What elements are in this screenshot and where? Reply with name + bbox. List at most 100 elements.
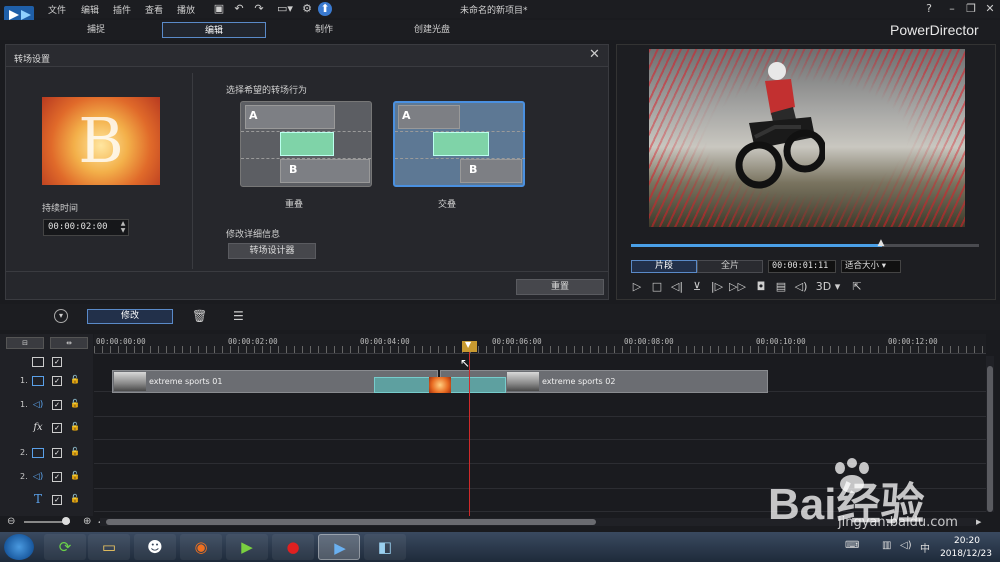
volume-tray-icon[interactable]: ◁) [900, 540, 912, 551]
network-tray-icon[interactable]: ▥ [882, 540, 891, 551]
modify-button[interactable]: 修改 [87, 309, 173, 324]
lock-icon[interactable]: 🔓 [70, 399, 80, 408]
track-manager-icon[interactable]: ⊟ [6, 337, 44, 349]
preview-progress-bar[interactable] [631, 244, 979, 247]
taskbar-app-powerdirector[interactable]: ▶ [318, 534, 360, 560]
audio-track-icon: ◁) [32, 472, 44, 482]
record-icon: ● [286, 538, 300, 556]
fit-timeline-icon[interactable]: ⇹ [50, 337, 88, 349]
video-track-icon [32, 376, 44, 386]
duration-spinner-icon[interactable]: ▲ ▼ [118, 220, 128, 235]
track-enable-checkbox[interactable]: ✓ [52, 423, 62, 433]
taskbar-app-notes[interactable]: ◧ [364, 534, 406, 560]
transition-designer-button[interactable]: 转场设计器 [228, 243, 316, 259]
aspect-ratio-icon[interactable]: ▭▾ [274, 2, 296, 16]
details-label: 修改详细信息 [226, 230, 281, 240]
option-overlap[interactable]: A B [240, 101, 372, 187]
tab-movie-preview[interactable]: 全片 [697, 260, 763, 273]
snapshot-icon[interactable]: ◘ [753, 279, 769, 295]
transition-thumbnail-icon[interactable] [429, 377, 451, 393]
stop-icon[interactable]: □ [649, 279, 665, 295]
chevron-down-icon[interactable]: ▾ [54, 309, 68, 323]
scroll-right-icon[interactable]: ▶ [976, 518, 981, 526]
header-check-all[interactable]: ✓ [52, 357, 62, 367]
zoom-fit-label: 适合大小 [845, 261, 880, 271]
zoom-slider-handle[interactable] [62, 517, 70, 525]
vertical-scroll-thumb[interactable] [987, 366, 993, 512]
tab-clip-preview[interactable]: 片段 [631, 260, 697, 273]
taskbar-app-qq[interactable]: ☻ [134, 534, 176, 560]
motocross-rider-image [735, 62, 825, 189]
lock-icon[interactable]: 🔓 [70, 494, 80, 503]
lock-icon[interactable]: 🔓 [70, 471, 80, 480]
ruler-label: 00:00:10:00 [756, 337, 806, 346]
lock-icon[interactable]: 🔓 [70, 447, 80, 456]
taskbar-clock-time[interactable]: 20:20 [942, 536, 992, 546]
taskbar-app-360[interactable]: ⟳ [44, 534, 86, 560]
zoom-fit-select[interactable]: 适合大小 ▾ [841, 260, 901, 273]
menu-playback[interactable]: 播放 [177, 3, 195, 16]
menu-plugins[interactable]: 插件 [113, 3, 131, 16]
media-player-icon: ▶ [241, 538, 253, 556]
track-row-fx[interactable] [94, 417, 986, 440]
transition-block [433, 132, 489, 156]
mode-3d-label: 3D [815, 280, 832, 293]
taskbar-app-explorer[interactable]: ▭ [88, 534, 130, 560]
volume-icon[interactable]: ◁) [793, 279, 809, 295]
minimize-icon[interactable]: – [945, 2, 959, 16]
menu-edit[interactable]: 编辑 [81, 3, 99, 16]
track-enable-checkbox[interactable]: ✓ [52, 448, 62, 458]
taskbar-app-recorder[interactable]: ● [272, 534, 314, 560]
play-icon[interactable]: ▷ [629, 279, 645, 295]
lock-icon[interactable]: 🔓 [70, 422, 80, 431]
tab-produce[interactable]: 制作 [272, 22, 376, 38]
subtitle-icon[interactable]: ▤ [773, 279, 789, 295]
zoom-out-icon[interactable]: ⊖ [7, 516, 15, 527]
track-enable-checkbox[interactable]: ✓ [52, 472, 62, 482]
track-enable-checkbox[interactable]: ✓ [52, 400, 62, 410]
redo-icon[interactable]: ↷ [252, 2, 266, 16]
ruler-label: 00:00:06:00 [492, 337, 542, 346]
track-enable-checkbox[interactable]: ✓ [52, 376, 62, 386]
track-row-audio-1[interactable] [94, 394, 986, 417]
duration-input[interactable]: 00:00:02:00 [43, 219, 129, 236]
language-tray-icon[interactable]: 中 [920, 540, 930, 555]
taskbar-clock-date[interactable]: 2018/12/23 [936, 549, 996, 559]
undock-icon[interactable]: ⇱ [849, 279, 865, 295]
close-icon[interactable]: ✕ [589, 47, 600, 62]
playhead-arrow-icon[interactable]: ▼ [465, 340, 471, 349]
marker-icon[interactable]: ⊻ [689, 279, 705, 295]
menu-file[interactable]: 文件 [48, 3, 66, 16]
undo-icon[interactable]: ↶ [232, 2, 246, 16]
keyboard-tray-icon[interactable]: ⌨ [845, 540, 859, 551]
taskbar-app-firefox[interactable]: ◉ [180, 534, 222, 560]
tab-create-disc[interactable]: 创建光盘 [380, 22, 484, 38]
horizontal-scroll-thumb[interactable] [106, 519, 596, 525]
restore-icon[interactable]: ❐ [964, 2, 978, 16]
start-button-icon[interactable] [4, 534, 34, 560]
edit-list-icon[interactable]: ☰ [233, 309, 244, 323]
taskbar-app-player[interactable]: ▶ [226, 534, 268, 560]
progress-handle-icon[interactable]: ▲ [878, 238, 885, 248]
fast-forward-icon[interactable]: ▷▷ [729, 279, 746, 295]
header-select-icon[interactable] [32, 357, 44, 367]
save-icon[interactable]: ▣ [212, 2, 226, 16]
zoom-in-icon[interactable]: ⊕ [83, 516, 91, 527]
close-window-icon[interactable]: ✕ [983, 2, 997, 16]
lock-icon[interactable]: 🔓 [70, 375, 80, 384]
reset-button[interactable]: 重置 [516, 279, 604, 295]
settings-gear-icon[interactable]: ⚙ [300, 2, 314, 16]
previous-frame-icon[interactable]: ◁| [669, 279, 685, 295]
help-icon[interactable]: ? [922, 2, 936, 16]
clip-label: extreme sports 02 [542, 377, 616, 386]
next-frame-icon[interactable]: |▷ [709, 279, 725, 295]
tab-capture[interactable]: 捕捉 [44, 22, 148, 38]
option-cross[interactable]: A B [393, 101, 525, 187]
trash-icon[interactable]: 🗑 [192, 309, 207, 323]
update-icon[interactable]: ⬆ [318, 2, 332, 16]
preview-timecode[interactable]: 00:00:01:11 [768, 260, 836, 273]
track-enable-checkbox[interactable]: ✓ [52, 495, 62, 505]
mode-3d-button[interactable]: 3D ▾ [815, 279, 841, 295]
tab-edit[interactable]: 编辑 [162, 22, 266, 38]
menu-view[interactable]: 查看 [145, 3, 163, 16]
